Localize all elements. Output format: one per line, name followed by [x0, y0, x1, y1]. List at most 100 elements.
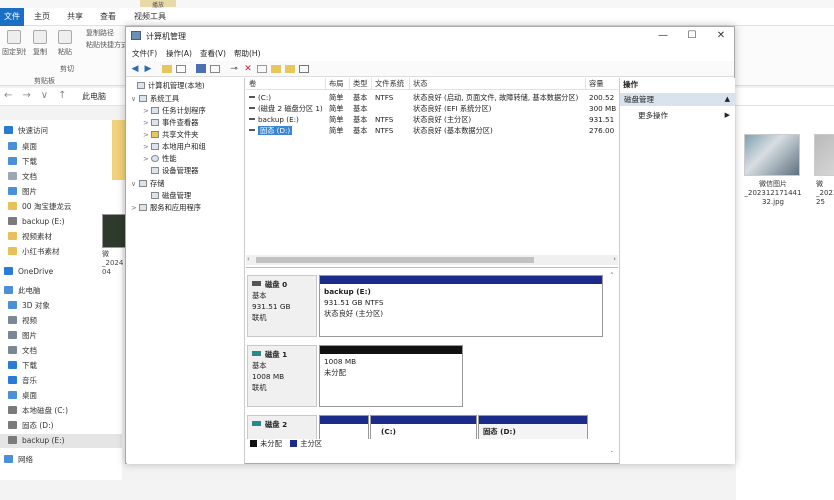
cm-titlebar[interactable]: 计算机管理 — ☐ ✕	[126, 27, 734, 45]
view-icon[interactable]	[299, 65, 309, 73]
tree-item-computer-management[interactable]: 计算机管理(本地)	[129, 80, 205, 92]
twisty-icon[interactable]: >	[143, 129, 151, 141]
nav-item[interactable]: 文档	[0, 344, 122, 358]
scroll-up-icon[interactable]: ˄	[610, 272, 614, 280]
twisty-icon[interactable]: >	[143, 153, 151, 165]
scroll-right-icon[interactable]: ›	[613, 255, 616, 263]
tab-file[interactable]: 文件	[0, 8, 24, 26]
properties-icon[interactable]	[210, 65, 220, 73]
forward-icon[interactable]: ▶	[143, 64, 153, 74]
tree-item-system-tools[interactable]: ∨ 系统工具	[131, 93, 179, 105]
check-icon[interactable]	[257, 65, 267, 73]
tree-item-storage[interactable]: ∨ 存储	[131, 178, 165, 190]
column-header-status[interactable]: 状态	[410, 78, 586, 90]
twisty-icon[interactable]: >	[143, 105, 151, 117]
table-row[interactable]: (磁盘 2 磁盘分区 1) 简单 基本 状态良好 (EFI 系统分区) 300 …	[246, 103, 618, 114]
horizontal-scrollbar[interactable]: ‹ ›	[246, 255, 618, 265]
column-header-type[interactable]: 类型	[350, 78, 372, 90]
tab-video-tools[interactable]: 视频工具	[134, 8, 166, 26]
copy-button[interactable]: 复制	[30, 30, 50, 57]
table-row[interactable]: 固态 (D:) 简单 基本 NTFS 状态良好 (基本数据分区) 276.00	[246, 125, 618, 136]
nav-item[interactable]: 视频	[0, 314, 122, 328]
minimize-button[interactable]: —	[650, 28, 676, 44]
nav-item[interactable]: 固态 (D:)	[0, 419, 122, 433]
nav-item[interactable]: 桌面	[0, 389, 122, 403]
nav-item[interactable]: 3D 对象	[0, 299, 122, 313]
column-header-filesystem[interactable]: 文件系统	[372, 78, 410, 90]
search-folder-icon[interactable]	[285, 65, 295, 73]
table-row[interactable]: (C:) 简单 基本 NTFS 状态良好 (启动, 页面文件, 故障转储, 基本…	[246, 92, 618, 103]
context-tab-play[interactable]: 播放	[140, 0, 176, 9]
collapse-up-icon[interactable]: ▲	[725, 93, 730, 106]
scroll-down-icon[interactable]: ˅	[610, 450, 614, 458]
twisty-icon[interactable]: >	[143, 141, 151, 153]
pin-quick-access-button[interactable]: 固定到快速访问	[2, 30, 26, 57]
nav-item[interactable]: 00 淘宝捷龙云	[0, 200, 122, 214]
cut-button[interactable]: 剪切	[60, 64, 74, 74]
disk-1-label[interactable]: 磁盘 1 基本 1008 MB 联机	[247, 345, 317, 407]
column-header-volume[interactable]: 卷	[246, 78, 326, 90]
scrollbar-thumb[interactable]	[256, 257, 534, 263]
tree-item-shared-folders[interactable]: > 共享文件夹	[143, 129, 198, 141]
open-folder-icon[interactable]	[271, 65, 281, 73]
disk-0-label[interactable]: 磁盘 0 基本 931.51 GB 联机	[247, 275, 317, 337]
column-header-capacity[interactable]: 容量	[586, 78, 618, 90]
tab-home[interactable]: 主页	[34, 8, 50, 26]
back-icon[interactable]: ◀	[130, 64, 140, 74]
nav-item[interactable]: 文档	[0, 170, 122, 184]
column-header-layout[interactable]: 布局	[326, 78, 350, 90]
nav-item[interactable]: 此电脑	[0, 284, 122, 298]
tab-view[interactable]: 查看	[100, 8, 116, 26]
tree-item-disk-management[interactable]: 磁盘管理	[143, 190, 191, 202]
twisty-icon[interactable]: ∨	[131, 178, 139, 190]
nav-item[interactable]: 图片	[0, 329, 122, 343]
copy-path-button[interactable]: 复制路径	[86, 28, 126, 38]
nav-arrows-icon[interactable]: ←→∨↑	[4, 90, 76, 101]
close-button[interactable]: ✕	[708, 28, 734, 44]
paste-shortcut-button[interactable]: 粘贴快捷方式	[86, 40, 126, 50]
tree-item-local-users[interactable]: > 本地用户和组	[143, 141, 206, 153]
nav-item-label: 00 淘宝捷龙云	[22, 202, 72, 211]
nav-item[interactable]: 快速访问	[0, 124, 122, 138]
menu-file[interactable]: 文件(F)	[132, 48, 157, 59]
nav-item[interactable]: 网络	[0, 453, 122, 467]
menu-action[interactable]: 操作(A)	[166, 48, 192, 59]
image-thumbnail[interactable]	[744, 134, 800, 176]
tab-share[interactable]: 共享	[67, 8, 83, 26]
twisty-icon[interactable]: ∨	[131, 93, 139, 105]
tree-item-device-manager[interactable]: 设备管理器	[143, 165, 198, 177]
twisty-icon[interactable]: >	[131, 202, 139, 214]
help-icon[interactable]	[196, 64, 206, 73]
tree-item-performance[interactable]: > 性能	[143, 153, 177, 165]
nav-item[interactable]: 下载	[0, 155, 122, 169]
nav-item[interactable]: 下载	[0, 359, 122, 373]
menu-help[interactable]: 帮助(H)	[234, 48, 261, 59]
vertical-scrollbar[interactable]: ˄ ˅	[610, 272, 618, 462]
nav-item[interactable]: 图片	[0, 185, 122, 199]
folder-up-icon[interactable]	[162, 65, 172, 73]
legend-swatch	[290, 440, 298, 447]
actions-header: 操作	[623, 80, 638, 89]
tree-item-task-scheduler[interactable]: > 任务计划程序	[143, 105, 206, 117]
show-hide-tree-icon[interactable]	[176, 65, 186, 73]
partition-unallocated[interactable]: 1008 MB 未分配	[319, 345, 463, 407]
actions-section-disk-management[interactable]: 磁盘管理 ▲	[620, 93, 735, 106]
menu-view[interactable]: 查看(V)	[200, 48, 226, 59]
nav-item[interactable]: backup (E:)	[0, 434, 122, 448]
twisty-icon[interactable]: >	[143, 117, 151, 129]
nav-item[interactable]: 桌面	[0, 140, 122, 154]
table-row[interactable]: backup (E:) 简单 基本 NTFS 状态良好 (主分区) 931.51	[246, 114, 618, 125]
paste-button[interactable]: 粘贴	[55, 30, 75, 57]
more-actions-item[interactable]: 更多操作 ▶	[620, 109, 735, 122]
maximize-button[interactable]: ☐	[679, 28, 705, 44]
partition-backup-e[interactable]: backup (E:) 931.51 GB NTFS 状态良好 (主分区)	[319, 275, 603, 337]
scroll-left-icon[interactable]: ‹	[247, 255, 250, 263]
connect-icon[interactable]: ⊸	[229, 64, 239, 74]
nav-item[interactable]: 音乐	[0, 374, 122, 388]
image-thumbnail[interactable]	[814, 134, 834, 176]
delete-icon[interactable]: ✕	[243, 64, 253, 74]
video-thumbnail[interactable]	[102, 214, 126, 248]
nav-item[interactable]: 本地磁盘 (C:)	[0, 404, 122, 418]
tree-item-services-apps[interactable]: > 服务和应用程序	[131, 202, 201, 214]
tree-item-event-viewer[interactable]: > 事件查看器	[143, 117, 198, 129]
